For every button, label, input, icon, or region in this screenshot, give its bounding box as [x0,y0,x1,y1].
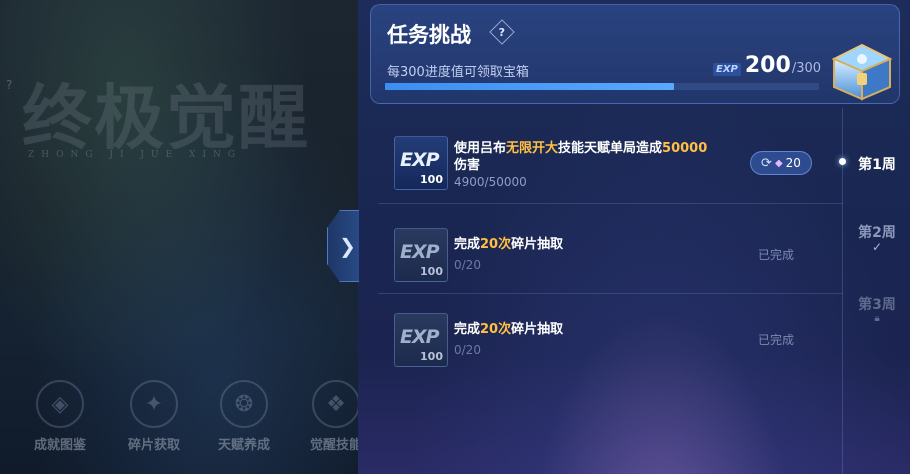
task-panel: 任务挑战 ? 每300进度值可领取宝箱 EXP 200 /300 EXP 100… [358,0,910,474]
task-description: 完成20次碎片抽取 [454,322,564,337]
reward-count: 20 [785,156,801,170]
awaken-emblem-icon: ❖ [312,380,360,428]
divider [378,293,843,294]
nav-fragment[interactable]: ✦ 碎片获取 [114,374,194,453]
nav-awaken[interactable]: ❖ 觉醒技能 [296,374,360,453]
tab-week-1[interactable]: 第1周 [839,154,910,174]
week-tabs: 第1周 第2周 ✓ 第3周 🔒︎ [839,108,910,474]
bottom-nav: ◈ 成就图鉴 ✦ 碎片获取 ❂ 天赋养成 ❖ 觉醒技能 [0,374,360,474]
task-description: 完成20次碎片抽取 [454,237,564,252]
task-progress: 4900/50000 [454,175,527,189]
divider [378,203,843,204]
nav-awaken-label: 觉醒技能 [309,438,360,453]
exp-icon: EXP [400,241,440,263]
exp-amount: 100 [420,265,443,278]
nav-talent-label: 天赋养成 [217,438,270,453]
active-indicator-dot [839,158,846,165]
task-row[interactable]: EXP 100 完成20次碎片抽取 0/20 已完成 [378,210,843,294]
nav-achievement-label: 成就图鉴 [33,438,86,453]
help-icon[interactable]: ? [489,19,515,45]
exp-mini-icon: EXP [713,63,741,76]
event-title-watermark: 终极觉醒 [22,76,310,159]
task-progress: 0/20 [454,343,481,357]
tab-week-2-label: 第2周 [858,225,896,241]
tab-week-3-label: 第3周 [858,297,896,313]
lock-icon: 🔒︎ [874,313,880,324]
chest-progress-fill [385,83,675,90]
check-icon: ✓ [871,240,883,254]
chest-progress-bar [385,83,819,90]
task-header-card: 任务挑战 ? 每300进度值可领取宝箱 EXP 200 /300 [370,4,900,104]
exp-icon: EXP [400,149,440,171]
task-status: 已完成 [758,333,795,347]
gem-icon: ◆ [774,157,783,169]
task-row[interactable]: EXP 100 使用吕布无限开大技能天赋单局造成50000 伤害 4900/500… [378,120,843,204]
exp-amount: 100 [420,173,443,186]
tab-week-1-label: 第1周 [858,157,896,173]
score-total: /300 [791,61,822,76]
exp-reward-badge: EXP 100 [394,228,448,282]
treasure-chest-icon[interactable] [824,33,900,105]
task-row[interactable]: EXP 100 完成20次碎片抽取 0/20 已完成 [378,295,843,379]
talent-emblem-icon: ❂ [220,380,268,428]
score-readout: EXP 200 /300 [713,53,821,78]
tab-week-2[interactable]: 第2周 ✓ [843,222,910,254]
achievement-emblem-icon: ◈ [36,380,84,428]
task-description: 使用吕布无限开大技能天赋单局造成50000 伤害 [454,141,708,173]
task-progress: 0/20 [454,258,481,272]
task-status: 已完成 [758,248,795,262]
nav-talent[interactable]: ❂ 天赋养成 [204,374,284,453]
chevron-right-icon: ❯ [339,234,356,258]
event-title-pinyin: ZHONG JI JUE XING [28,150,243,160]
nav-fragment-label: 碎片获取 [127,438,180,453]
tab-week-3[interactable]: 第3周 🔒︎ [843,294,910,324]
exp-reward-badge: EXP 100 [394,313,448,367]
left-background: ? 终极觉醒 ZHONG JI JUE XING ◈ 成就图鉴 ✦ 碎片获取 ❂… [0,0,360,474]
fragment-emblem-icon: ✦ [130,380,178,428]
chest-rule-text: 每300进度值可领取宝箱 [387,65,529,80]
bg-help-mark: ? [6,78,13,92]
panel-title: 任务挑战 [387,23,471,47]
nav-achievement[interactable]: ◈ 成就图鉴 [20,374,100,453]
score-current: 200 [744,53,791,78]
refresh-icon: ⟳ [761,155,772,171]
gem-reward-pill[interactable]: ⟳ ◆ 20 [750,151,812,175]
exp-reward-badge: EXP 100 [394,136,448,190]
exp-amount: 100 [420,350,443,363]
exp-icon: EXP [400,326,440,348]
